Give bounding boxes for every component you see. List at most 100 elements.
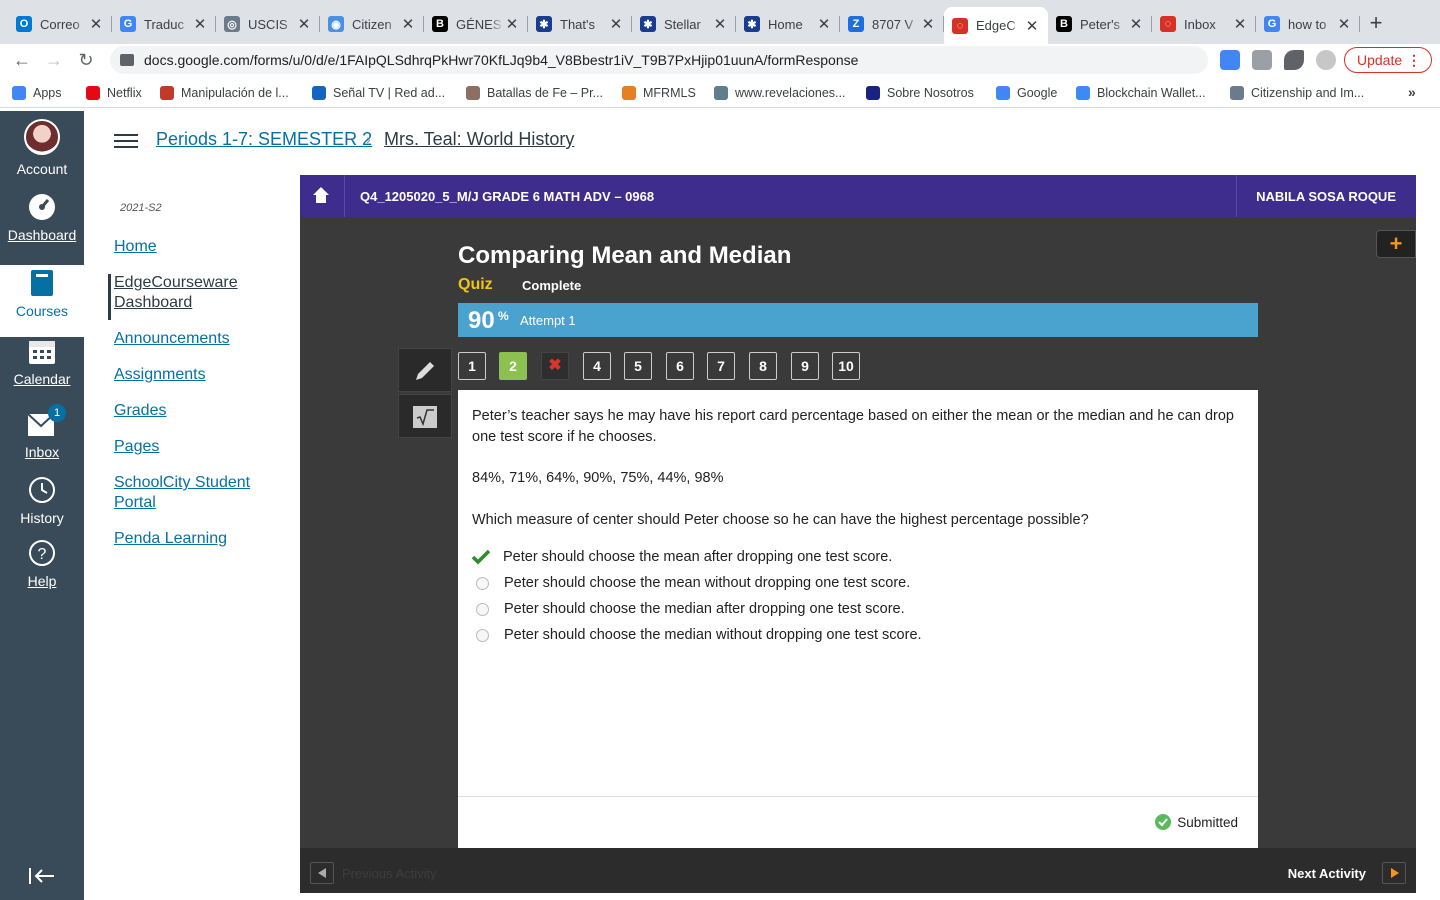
browser-tab[interactable]: ◉ Citizen ✕ [320,9,424,39]
course-nav-schoolcity[interactable]: SchoolCity Student Portal [114,473,284,513]
radio-icon[interactable] [476,602,489,616]
course-nav-home[interactable]: Home [114,237,157,257]
bookmark-item[interactable]: Sobre Nosotros [866,86,974,100]
bookmark-item[interactable]: www.revelaciones... [714,86,845,100]
course-nav-assignments[interactable]: Assignments [114,365,206,385]
nav-dashboard[interactable]: Dashboard [0,193,84,243]
tab-close-icon[interactable]: ✕ [504,15,520,33]
course-nav-grades[interactable]: Grades [114,401,166,421]
back-icon[interactable]: ← [10,48,34,72]
browser-tab[interactable]: ✱ Home ✕ [736,9,840,39]
radio-icon[interactable] [476,576,489,590]
next-activity-button[interactable] [1382,862,1406,884]
bookmarks-overflow-icon[interactable]: » [1408,84,1416,100]
nav-calendar[interactable]: Calendar [0,337,84,387]
question-button[interactable]: ✖ [541,352,569,380]
add-tool-button[interactable]: + [1376,230,1416,258]
tab-title: how to [1288,16,1327,32]
tab-close-icon[interactable]: ✕ [712,15,728,33]
bookmark-favicon-icon [86,86,100,100]
collapse-nav-icon[interactable] [28,866,56,886]
course-nav-announcements[interactable]: Announcements [114,329,230,349]
puzzle-icon[interactable] [1284,50,1304,70]
extension-icon[interactable] [1252,50,1272,70]
reload-icon[interactable]: ↻ [74,48,98,72]
browser-tab[interactable]: Ghow to ✕ [1256,9,1360,39]
tab-close-icon[interactable]: ✕ [296,15,312,33]
bookmark-item[interactable]: Blockchain Wallet... [1076,86,1206,100]
question-button[interactable]: 4 [583,352,611,380]
site-info-icon[interactable] [120,54,134,66]
bookmark-item[interactable]: Netflix [86,86,142,100]
course-menu-toggle-icon[interactable] [114,130,138,150]
bookmark-item[interactable]: Batallas de Fe – Pr... [466,86,603,100]
question-button[interactable]: 9 [791,352,819,380]
question-button[interactable]: 10 [832,352,860,380]
browser-tab[interactable]: B Peter's ✕ [1048,9,1152,39]
translate-extension-icon[interactable] [1220,50,1240,70]
bookmark-item[interactable]: Citizenship and Im... [1230,86,1364,100]
browser-tab[interactable]: ◌ Inbox ✕ [1152,9,1256,39]
browser-tab[interactable]: ✱ That's ✕ [528,9,632,39]
question-button[interactable]: 8 [749,352,777,380]
browser-tab[interactable]: ◌ EdgeC ✕ [944,7,1048,44]
nav-dashboard-label: Dashboard [7,227,77,243]
nav-help[interactable]: ? Help [0,539,84,589]
bookmark-favicon-icon [12,86,26,100]
browser-tab[interactable]: Z 8707 V ✕ [840,9,944,39]
question-button[interactable]: 7 [707,352,735,380]
tab-close-icon[interactable]: ✕ [816,15,832,33]
home-icon[interactable] [312,186,330,204]
next-activity-label[interactable]: Next Activity [1288,866,1366,881]
tab-close-icon[interactable]: ✕ [192,15,208,33]
bookmark-item[interactable]: Señal TV | Red ad... [312,86,445,100]
answer-option-1[interactable]: Peter should choose the mean after dropp… [472,549,892,565]
bookmark-item[interactable]: Manipulación de l... [160,86,289,100]
answer-option-2[interactable]: Peter should choose the mean without dro… [472,575,910,591]
forward-icon[interactable]: → [42,48,66,72]
answer-option-3[interactable]: Peter should choose the median after dro… [472,601,905,617]
bookmark-item[interactable]: Google [996,86,1057,100]
update-button[interactable]: Update ⋮ [1344,47,1432,73]
pencil-tool[interactable] [398,348,452,392]
new-tab-button[interactable]: + [1364,12,1388,36]
previous-activity-button[interactable] [310,862,334,884]
profile-avatar-icon[interactable] [1316,50,1336,70]
breadcrumb-course-link[interactable]: Periods 1-7: SEMESTER 2 [156,129,372,150]
bookmark-item[interactable]: Apps [12,86,62,100]
question-button[interactable]: 5 [624,352,652,380]
question-button[interactable]: 1 [458,352,486,380]
question-button[interactable]: 2 [499,352,527,380]
tab-close-icon[interactable]: ✕ [1128,15,1144,33]
course-nav-penda[interactable]: Penda Learning [114,529,227,549]
question-button[interactable]: 6 [666,352,694,380]
breadcrumb-page-link[interactable]: Mrs. Teal: World History [384,129,574,150]
course-nav-pages[interactable]: Pages [114,437,159,457]
bookmark-favicon-icon [160,86,174,100]
dashboard-icon [29,194,55,220]
course-nav-edgecourseware[interactable]: EdgeCourseware Dashboard [114,273,284,313]
browser-tab[interactable]: O Correo ✕ [8,9,112,39]
browser-tab[interactable]: ✱ Stellar ✕ [632,9,736,39]
browser-tab[interactable]: B GÉNES ✕ [424,9,528,39]
answer-option-4[interactable]: Peter should choose the median without d… [472,627,922,643]
bookmark-item[interactable]: MFRMLS [622,86,696,100]
nav-courses[interactable]: Courses [0,265,84,337]
calculator-tool[interactable] [398,394,452,438]
radio-icon[interactable] [476,628,489,642]
browser-tab[interactable]: G Traduc ✕ [112,9,216,39]
tab-close-icon[interactable]: ✕ [1232,15,1248,33]
tab-close-icon[interactable]: ✕ [400,15,416,33]
calendar-icon [29,341,55,364]
tab-close-icon[interactable]: ✕ [1024,17,1040,35]
tab-close-icon[interactable]: ✕ [88,15,104,33]
tab-close-icon[interactable]: ✕ [920,15,936,33]
address-bar[interactable]: docs.google.com/forms/u/0/d/e/1FAIpQLSdh… [110,46,1208,74]
tab-close-icon[interactable]: ✕ [608,15,624,33]
tab-close-icon[interactable]: ✕ [1336,15,1352,33]
nav-account[interactable]: Account [0,119,84,177]
nav-history[interactable]: History [0,476,84,526]
browser-tab[interactable]: ◎ USCIS ✕ [216,9,320,39]
nav-inbox[interactable]: Inbox 1 [0,404,84,460]
arrow-right-icon [1391,868,1399,878]
